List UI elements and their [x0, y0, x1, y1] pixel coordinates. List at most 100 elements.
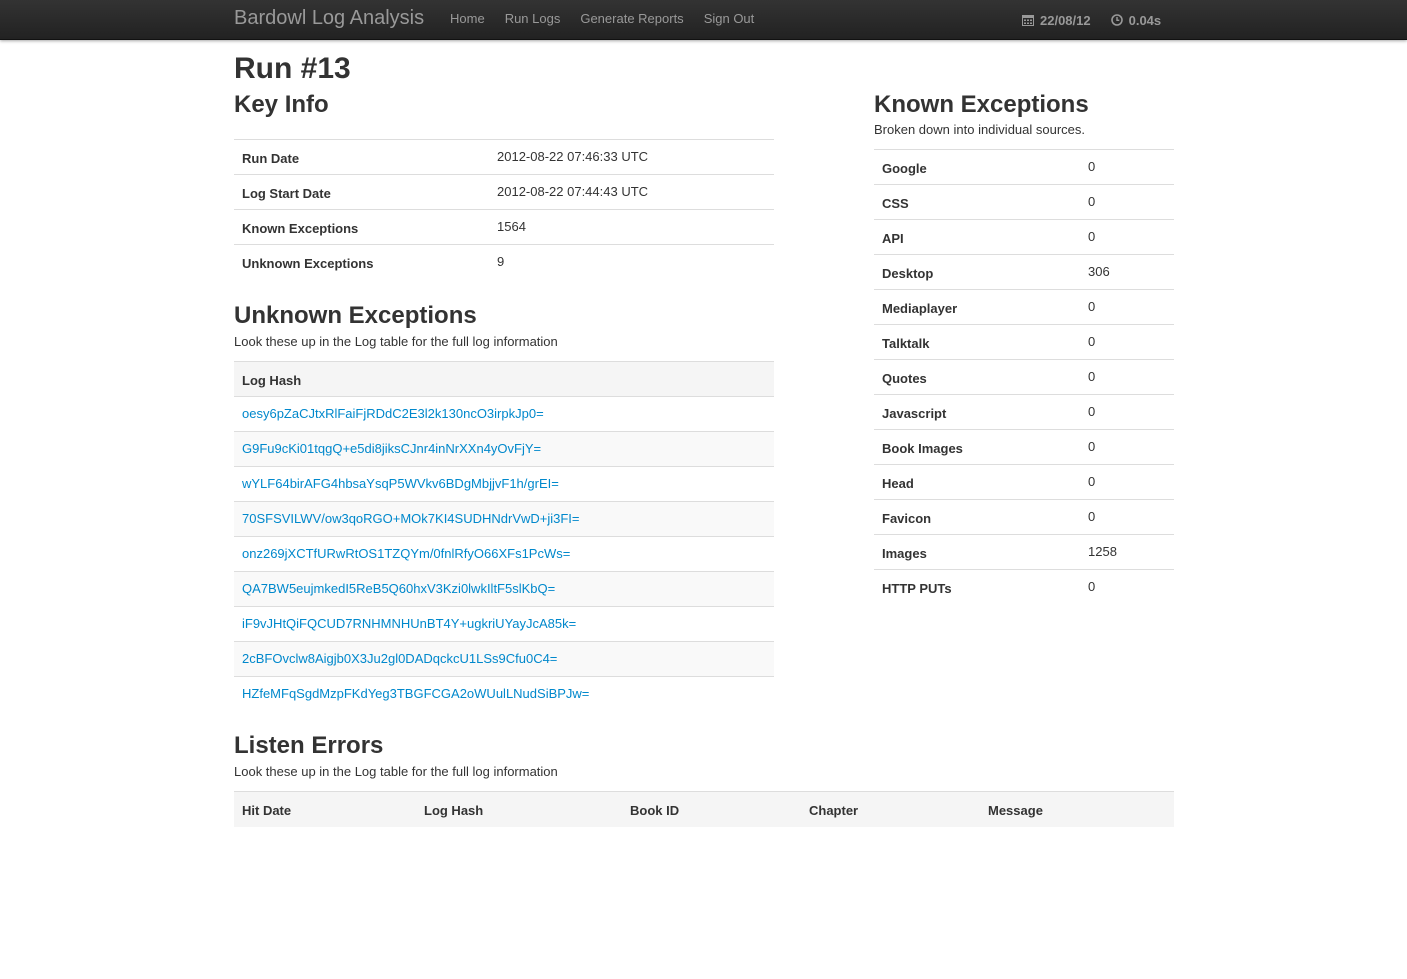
log-hash-link[interactable]: 2cBFOvclw8Aigjb0X3Ju2gl0DADqckcU1LSs9Cfu…: [242, 651, 557, 666]
table-row: Javascript 0: [874, 394, 1174, 430]
key-label: Known Exceptions: [234, 209, 489, 245]
table-row: QA7BW5eujmkedI5ReB5Q60hxV3Kzi0lwkIltF5sl…: [234, 571, 774, 607]
source-count: 0: [1080, 569, 1174, 605]
table-row: CSS 0: [874, 184, 1174, 220]
key-value: 9: [489, 244, 774, 280]
source-label: Javascript: [874, 394, 1080, 430]
table-row: Head 0: [874, 464, 1174, 500]
table-row: G9Fu9cKi01tqgQ+e5di8jiksCJnr4inNrXXn4yOv…: [234, 431, 774, 467]
log-hash-link[interactable]: 70SFSVILWV/ow3qoRGO+MOk7KI4SUDHNdrVwD+ji…: [242, 511, 580, 526]
table-row: wYLF64birAFG4hbsaYsqP5WVkv6BDgMbjjvF1h/g…: [234, 466, 774, 502]
key-value: 1564: [489, 209, 774, 245]
key-label: Log Start Date: [234, 174, 489, 210]
source-count: 0: [1080, 184, 1174, 220]
table-row: Google 0: [874, 149, 1174, 185]
listen-errors-subtitle: Look these up in the Log table for the f…: [234, 764, 558, 779]
source-count: 0: [1080, 149, 1174, 185]
source-count: 1258: [1080, 534, 1174, 570]
log-hash-link[interactable]: oesy6pZaCJtxRlFaiFjRDdC2E3l2k130ncO3irpk…: [242, 406, 544, 421]
table-row: Favicon 0: [874, 499, 1174, 535]
source-count: 0: [1080, 219, 1174, 255]
table-row: 2cBFOvclw8Aigjb0X3Ju2gl0DADqckcU1LSs9Cfu…: [234, 641, 774, 677]
table-row: HTTP PUTs 0: [874, 569, 1174, 605]
table-row: Quotes 0: [874, 359, 1174, 395]
table-row: API 0: [874, 219, 1174, 255]
table-row: Talktalk 0: [874, 324, 1174, 360]
time-value: 0.04s: [1128, 12, 1162, 28]
log-hash-link[interactable]: iF9vJHtQiFQCUD7RNHMNHUnBT4Y+ugkriUYayJcA…: [242, 616, 576, 631]
source-label: CSS: [874, 184, 1080, 220]
nav-sign-out[interactable]: Sign Out: [694, 0, 765, 40]
time-stat: 0.04s: [1110, 12, 1162, 28]
log-hash-link[interactable]: HZfeMFqSgdMzpFKdYeg3TBGFCGA2oWUulLNudSiB…: [242, 686, 589, 701]
table-row: Images 1258: [874, 534, 1174, 570]
top-navbar: Bardowl Log Analysis Home Run Logs Gener…: [0, 0, 1407, 40]
table-row: HZfeMFqSgdMzpFKdYeg3TBGFCGA2oWUulLNudSiB…: [234, 676, 774, 712]
table-row: Desktop 306: [874, 254, 1174, 290]
source-label: Quotes: [874, 359, 1080, 395]
date-stat: 22/08/12: [1022, 13, 1091, 28]
page-title: Run #13: [234, 52, 351, 85]
nav-run-logs[interactable]: Run Logs: [495, 0, 571, 40]
source-label: Book Images: [874, 429, 1080, 465]
source-count: 0: [1080, 359, 1174, 395]
brand-title[interactable]: Bardowl Log Analysis: [234, 7, 424, 30]
unknown-exceptions-table: Log Hash oesy6pZaCJtxRlFaiFjRDdC2E3l2k13…: [234, 361, 774, 712]
source-count: 306: [1080, 254, 1174, 290]
table-row: Run Date 2012-08-22 07:46:33 UTC: [234, 139, 774, 175]
date-value: 22/08/12: [1040, 12, 1091, 28]
column-header-chapter: Chapter: [801, 791, 980, 827]
source-label: Favicon: [874, 499, 1080, 535]
table-row: Book Images 0: [874, 429, 1174, 465]
table-row: Log Start Date 2012-08-22 07:44:43 UTC: [234, 174, 774, 210]
key-info-table: Run Date 2012-08-22 07:46:33 UTC Log Sta…: [234, 139, 774, 280]
key-info-heading: Key Info: [234, 91, 329, 118]
column-header-message: Message: [980, 791, 1174, 827]
listen-errors-section: Listen Errors Look these up in the Log t…: [234, 732, 1174, 827]
source-label: Mediaplayer: [874, 289, 1080, 325]
column-header-hit-date: Hit Date: [234, 791, 416, 827]
nav-home[interactable]: Home: [440, 0, 495, 40]
source-label: API: [874, 219, 1080, 255]
source-label: Google: [874, 149, 1080, 185]
calendar-icon: [1022, 15, 1034, 26]
table-row: 70SFSVILWV/ow3qoRGO+MOk7KI4SUDHNdrVwD+ji…: [234, 501, 774, 537]
column-header-book-id: Book ID: [622, 791, 801, 827]
source-label: Head: [874, 464, 1080, 500]
table-row: Known Exceptions 1564: [234, 209, 774, 245]
clock-icon: [1110, 14, 1123, 26]
known-exceptions-heading: Known Exceptions: [874, 91, 1089, 118]
source-count: 0: [1080, 394, 1174, 430]
navbar-status: 22/08/12 0.04s: [1022, 0, 1181, 40]
column-header-log-hash: Log Hash: [416, 791, 622, 827]
table-row: Unknown Exceptions 9: [234, 244, 774, 280]
known-exceptions-subtitle: Broken down into individual sources.: [874, 122, 1086, 137]
nav-generate-reports[interactable]: Generate Reports: [570, 0, 693, 40]
key-value: 2012-08-22 07:44:43 UTC: [489, 174, 774, 210]
table-row: onz269jXCTfURwRtOS1TZQYm/0fnlRfyO66XFs1P…: [234, 536, 774, 572]
log-hash-link[interactable]: wYLF64birAFG4hbsaYsqP5WVkv6BDgMbjjvF1h/g…: [242, 476, 559, 491]
table-row: oesy6pZaCJtxRlFaiFjRDdC2E3l2k130ncO3irpk…: [234, 396, 774, 432]
source-label: Talktalk: [874, 324, 1080, 360]
log-hash-link[interactable]: G9Fu9cKi01tqgQ+e5di8jiksCJnr4inNrXXn4yOv…: [242, 441, 541, 456]
source-label: HTTP PUTs: [874, 569, 1080, 605]
unknown-exceptions-subtitle: Look these up in the Log table for the f…: [234, 334, 558, 349]
unknown-exceptions-heading: Unknown Exceptions: [234, 302, 477, 329]
key-value: 2012-08-22 07:46:33 UTC: [489, 139, 774, 175]
source-count: 0: [1080, 324, 1174, 360]
table-row: Mediaplayer 0: [874, 289, 1174, 325]
source-label: Desktop: [874, 254, 1080, 290]
source-label: Images: [874, 534, 1080, 570]
source-count: 0: [1080, 289, 1174, 325]
known-exceptions-table: Google 0 CSS 0 API 0 Desktop 306 Mediaplayer…: [874, 149, 1174, 605]
log-hash-link[interactable]: onz269jXCTfURwRtOS1TZQYm/0fnlRfyO66XFs1P…: [242, 546, 570, 561]
source-count: 0: [1080, 464, 1174, 500]
key-label: Run Date: [234, 139, 489, 175]
key-label: Unknown Exceptions: [234, 244, 489, 280]
listen-errors-heading: Listen Errors: [234, 732, 384, 759]
log-hash-link[interactable]: QA7BW5eujmkedI5ReB5Q60hxV3Kzi0lwkIltF5sl…: [242, 581, 555, 596]
listen-errors-table: Hit Date Log Hash Book ID Chapter Messag…: [234, 791, 1174, 827]
source-count: 0: [1080, 429, 1174, 465]
log-hash-column-header: Log Hash: [234, 361, 774, 397]
source-count: 0: [1080, 499, 1174, 535]
